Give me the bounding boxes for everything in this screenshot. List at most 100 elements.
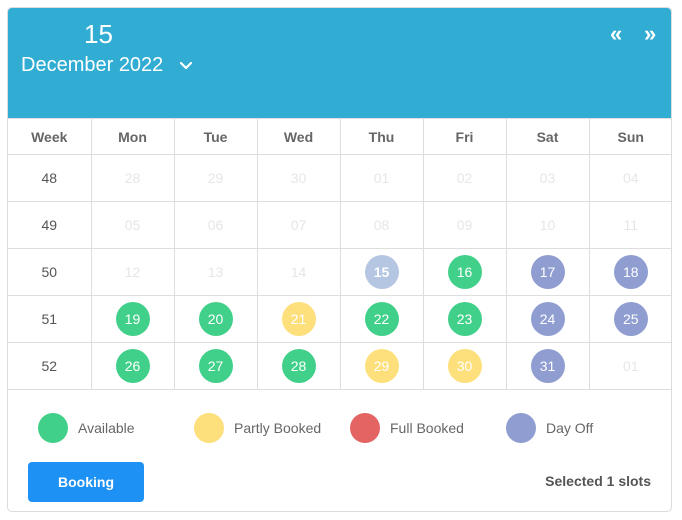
- day-cell: 10: [505, 201, 590, 249]
- column-header-tue: Tue: [173, 118, 258, 155]
- legend-label: Full Booked: [390, 420, 464, 436]
- day-disabled: 01: [622, 358, 639, 374]
- day-disabled: 07: [290, 217, 307, 233]
- week-row: 48 28 29 30 01 02 03 04: [8, 154, 671, 202]
- day-cell[interactable]: 28: [256, 342, 341, 390]
- day-selected[interactable]: 15: [364, 255, 399, 289]
- legend-color-dot: [194, 413, 224, 443]
- day-cell[interactable]: 22: [339, 295, 424, 343]
- day-available[interactable]: 28: [281, 349, 316, 383]
- day-disabled: 09: [456, 217, 473, 233]
- day-cell: 06: [173, 201, 258, 249]
- legend-color-dot: [506, 413, 536, 443]
- legend-item-partly: Partly Booked: [194, 413, 350, 443]
- day-partly[interactable]: 30: [447, 349, 482, 383]
- day-cell: 01: [339, 154, 424, 202]
- day-disabled: 03: [539, 170, 556, 186]
- day-available[interactable]: 27: [198, 349, 233, 383]
- day-cell[interactable]: 21: [256, 295, 341, 343]
- day-cell: 09: [422, 201, 507, 249]
- column-header-sat: Sat: [505, 118, 590, 155]
- week-row: 52 26 27 28 29 30 31 01: [8, 342, 671, 390]
- day-disabled: 04: [622, 170, 639, 186]
- week-number: 50: [8, 248, 92, 296]
- day-cell[interactable]: 30: [422, 342, 507, 390]
- column-header-sun: Sun: [588, 118, 671, 155]
- day-cell[interactable]: 24: [505, 295, 590, 343]
- day-dayoff[interactable]: 25: [613, 302, 648, 336]
- month-year-dropdown[interactable]: December 2022: [21, 54, 193, 77]
- day-available[interactable]: 20: [198, 302, 233, 336]
- day-cell: 12: [90, 248, 175, 296]
- day-disabled: 01: [373, 170, 390, 186]
- legend-label: Day Off: [546, 420, 594, 436]
- day-partly[interactable]: 29: [364, 349, 399, 383]
- day-disabled: 11: [623, 217, 639, 233]
- week-row: 49 05 06 07 08 09 10 11: [8, 201, 671, 249]
- day-cell: 11: [588, 201, 671, 249]
- day-dayoff[interactable]: 18: [613, 255, 648, 289]
- day-disabled: 06: [207, 217, 224, 233]
- day-disabled: 29: [207, 170, 224, 186]
- day-cell[interactable]: 16: [422, 248, 507, 296]
- booking-calendar: 15 December 2022 « » Week Mon Tue Wed Thu Fri…: [7, 7, 672, 512]
- day-cell[interactable]: 26: [90, 342, 175, 390]
- day-available[interactable]: 22: [364, 302, 399, 336]
- week-number: 48: [8, 154, 92, 202]
- day-cell[interactable]: 19: [90, 295, 175, 343]
- day-available[interactable]: 26: [115, 349, 150, 383]
- day-cell: 05: [90, 201, 175, 249]
- day-disabled: 02: [456, 170, 473, 186]
- day-cell[interactable]: 31: [505, 342, 590, 390]
- legend-item-available: Available: [38, 413, 194, 443]
- selected-slots-text: Selected 1 slots: [545, 473, 651, 489]
- day-cell[interactable]: 27: [173, 342, 258, 390]
- prev-month-button[interactable]: «: [610, 23, 622, 45]
- booking-button[interactable]: Booking: [28, 462, 144, 502]
- day-cell[interactable]: 20: [173, 295, 258, 343]
- legend-item-full: Full Booked: [350, 413, 506, 443]
- week-number: 52: [8, 342, 92, 390]
- day-dayoff[interactable]: 31: [530, 349, 565, 383]
- weekday-header-row: Week Mon Tue Wed Thu Fri Sat Sun: [8, 118, 671, 155]
- day-dayoff[interactable]: 24: [530, 302, 565, 336]
- legend-label: Partly Booked: [234, 420, 322, 436]
- day-cell: 29: [173, 154, 258, 202]
- day-disabled: 30: [290, 170, 307, 186]
- day-cell: 30: [256, 154, 341, 202]
- day-available[interactable]: 23: [447, 302, 482, 336]
- column-header-wed: Wed: [256, 118, 341, 155]
- day-cell[interactable]: 17: [505, 248, 590, 296]
- day-cell[interactable]: 29: [339, 342, 424, 390]
- day-cell: 14: [256, 248, 341, 296]
- legend-label: Available: [78, 420, 135, 436]
- legend: Available Partly Booked Full Booked Day Off: [38, 413, 662, 443]
- day-cell: 07: [256, 201, 341, 249]
- day-cell: 01: [588, 342, 671, 390]
- day-dayoff[interactable]: 17: [530, 255, 565, 289]
- day-available[interactable]: 19: [115, 302, 150, 336]
- day-cell[interactable]: 23: [422, 295, 507, 343]
- legend-color-dot: [350, 413, 380, 443]
- day-disabled: 05: [124, 217, 141, 233]
- day-disabled: 10: [539, 217, 556, 233]
- column-header-thu: Thu: [339, 118, 424, 155]
- day-cell[interactable]: 25: [588, 295, 671, 343]
- day-cell[interactable]: 15: [339, 248, 424, 296]
- next-month-button[interactable]: »: [644, 23, 656, 45]
- month-year-label: December 2022: [21, 54, 164, 76]
- week-row: 51 19 20 21 22 23 24 25: [8, 295, 671, 343]
- column-header-week: Week: [8, 118, 92, 155]
- legend-item-dayoff: Day Off: [506, 413, 662, 443]
- column-header-fri: Fri: [422, 118, 507, 155]
- day-cell: 03: [505, 154, 590, 202]
- day-partly[interactable]: 21: [281, 302, 316, 336]
- day-disabled: 28: [124, 170, 141, 186]
- day-available[interactable]: 16: [447, 255, 482, 289]
- legend-color-dot: [38, 413, 68, 443]
- week-row: 50 12 13 14 15 16 17 18: [8, 248, 671, 296]
- selected-day: 15: [84, 19, 113, 49]
- day-disabled: 08: [373, 217, 390, 233]
- day-cell[interactable]: 18: [588, 248, 671, 296]
- day-cell: 08: [339, 201, 424, 249]
